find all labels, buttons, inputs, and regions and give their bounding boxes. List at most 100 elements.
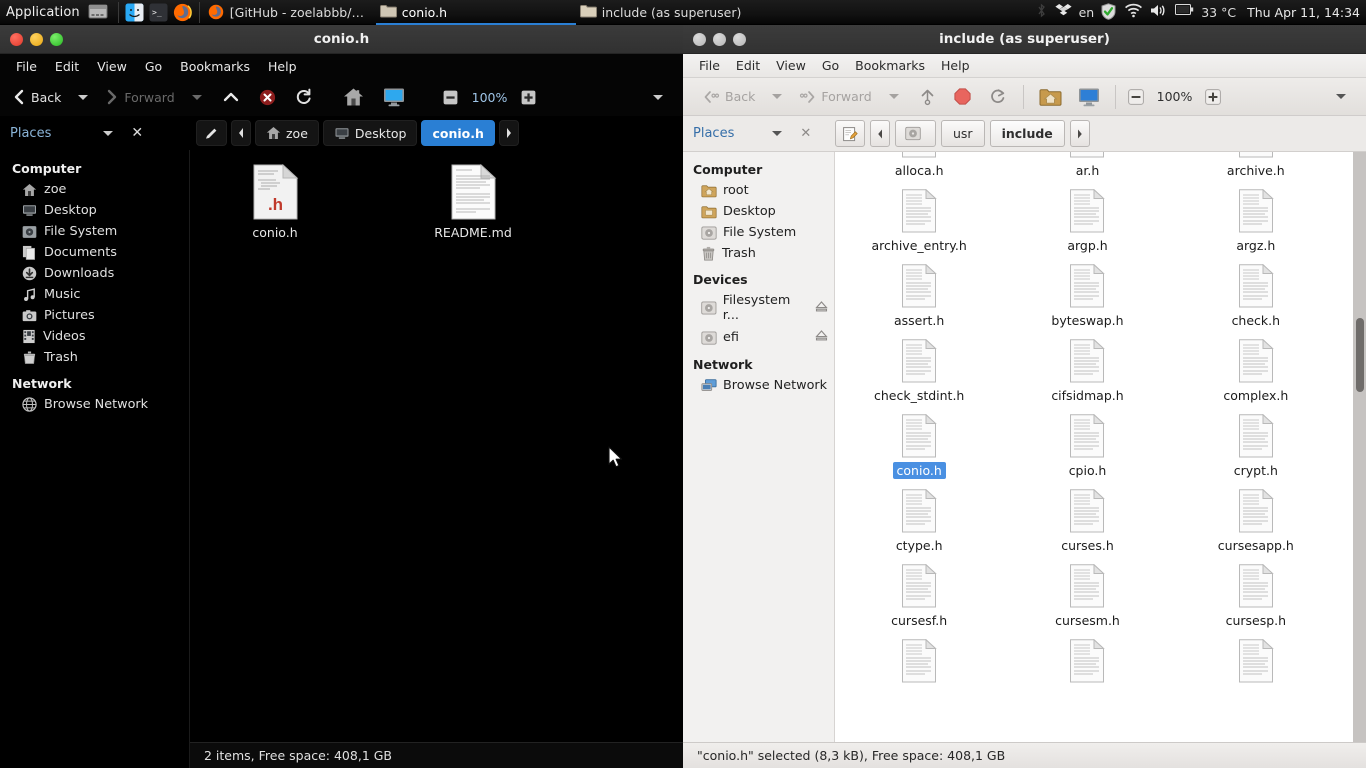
menu-edit[interactable]: Edit	[728, 56, 768, 75]
forward-history-caret-icon[interactable]	[191, 94, 202, 100]
file-item[interactable]: cifsidmap.h	[1003, 339, 1171, 404]
eject-icon[interactable]	[815, 300, 828, 317]
taskbar-window-include[interactable]: include (as superuser)	[576, 0, 776, 25]
file-item[interactable]: cursesp.h	[1172, 564, 1340, 629]
shield-icon[interactable]	[1101, 2, 1117, 22]
sidebar-item-browse-network[interactable]: Browse Network	[0, 394, 189, 415]
file-item[interactable]: check.h	[1172, 264, 1340, 329]
sidebar-item-music[interactable]: Music	[0, 284, 189, 305]
sidebar-item-desktop[interactable]: Desktop	[683, 201, 834, 222]
sidebar-item-documents[interactable]: Documents	[0, 242, 189, 263]
file-item[interactable]: archive.h	[1172, 152, 1340, 179]
file-item[interactable]: cursesm.h	[1003, 564, 1171, 629]
stop-button[interactable]	[945, 85, 980, 108]
file-item[interactable]: argz.h	[1172, 189, 1340, 254]
zoom-out-button[interactable]	[1123, 86, 1149, 108]
scrollbar-thumb[interactable]	[1355, 318, 1364, 393]
path-next-button[interactable]	[1069, 120, 1090, 147]
menu-help[interactable]: Help	[260, 57, 305, 76]
forward-history-caret-icon[interactable]	[888, 94, 899, 99]
menu-go[interactable]: Go	[137, 57, 170, 76]
file-item[interactable]: crypt.h	[1172, 414, 1340, 479]
back-button[interactable]: Back	[697, 86, 761, 107]
menu-go[interactable]: Go	[814, 56, 847, 75]
reload-button[interactable]	[980, 85, 1016, 109]
menu-help[interactable]: Help	[933, 56, 978, 75]
minimize-button[interactable]	[30, 32, 43, 46]
sidebar-item-trash[interactable]: Trash	[683, 243, 834, 264]
path-prev-button[interactable]	[870, 120, 890, 147]
sidebar-item-filesystem-root[interactable]: Filesystem r...	[683, 290, 834, 326]
crumb-filesystem[interactable]	[895, 120, 936, 147]
back-history-caret-icon[interactable]	[78, 94, 89, 100]
path-prev-button[interactable]	[231, 120, 251, 146]
zoom-out-button[interactable]	[438, 87, 463, 108]
firefox-icon[interactable]	[172, 2, 195, 22]
file-item[interactable]: README.md	[424, 164, 522, 240]
file-item[interactable]	[1003, 639, 1171, 689]
sidebar-item-downloads[interactable]: Downloads	[0, 263, 189, 284]
maximize-button[interactable]	[50, 32, 63, 46]
dropbox-icon[interactable]	[1054, 3, 1072, 22]
file-item[interactable]: curses.h	[1003, 489, 1171, 554]
keyboard-layout-indicator[interactable]: en	[1079, 5, 1095, 20]
file-item[interactable]: cursesf.h	[835, 564, 1003, 629]
file-item[interactable]	[835, 639, 1003, 689]
eject-icon[interactable]	[815, 329, 828, 346]
sidebar-item-root[interactable]: root	[683, 180, 834, 201]
file-item[interactable]: complex.h	[1172, 339, 1340, 404]
file-item[interactable]: ar.h	[1003, 152, 1171, 179]
forward-button[interactable]: Forward	[793, 86, 877, 107]
taskbar-window-firefox[interactable]: [GitHub - zoelabbb/coni...	[204, 0, 376, 25]
stop-button[interactable]	[250, 86, 285, 109]
battery-icon[interactable]	[1175, 3, 1194, 22]
up-button[interactable]	[213, 86, 249, 108]
places-chevron-down-icon[interactable]	[772, 131, 783, 136]
file-item[interactable]: cursesapp.h	[1172, 489, 1340, 554]
path-next-button[interactable]	[498, 120, 519, 146]
right-file-area[interactable]: alloca.h ar.h archive.h archive_entry.h argp…	[835, 152, 1366, 768]
back-history-caret-icon[interactable]	[772, 94, 783, 99]
crumb-zoe[interactable]: zoe	[255, 120, 319, 146]
file-item[interactable]: .h conio.h	[226, 164, 324, 240]
file-item[interactable]: argp.h	[1003, 189, 1171, 254]
left-titlebar[interactable]: conio.h	[0, 25, 683, 54]
vertical-scrollbar[interactable]	[1353, 152, 1366, 768]
computer-button[interactable]	[375, 84, 413, 110]
crumb-conio[interactable]: conio.h	[421, 120, 495, 146]
crumb-include[interactable]: include	[989, 120, 1065, 147]
crumb-desktop[interactable]: Desktop	[322, 120, 418, 146]
sidebar-item-browse-network[interactable]: Browse Network	[683, 375, 834, 396]
menu-view[interactable]: View	[768, 56, 814, 75]
places-chevron-down-icon[interactable]	[103, 130, 114, 136]
computer-button[interactable]	[1070, 84, 1108, 110]
sidebar-item-desktop[interactable]: Desktop	[0, 200, 189, 221]
file-item[interactable]: archive_entry.h	[835, 189, 1003, 254]
zoom-in-button[interactable]	[516, 87, 541, 108]
menu-edit[interactable]: Edit	[47, 57, 87, 76]
menu-file[interactable]: File	[8, 57, 45, 76]
crumb-usr[interactable]: usr	[941, 120, 985, 147]
left-file-area[interactable]: .h conio.h README.md	[190, 150, 683, 768]
menu-view[interactable]: View	[89, 57, 135, 76]
home-button[interactable]	[1031, 84, 1070, 110]
sidebar-item-zoe[interactable]: zoe	[0, 179, 189, 200]
file-item[interactable]: cpio.h	[1003, 414, 1171, 479]
sidebar-item-videos[interactable]: Videos	[0, 326, 189, 347]
up-button[interactable]	[910, 85, 945, 109]
clock[interactable]: Thu Apr 11, 14:34	[1243, 5, 1360, 20]
file-item[interactable]: conio.h	[835, 414, 1003, 479]
volume-icon[interactable]	[1150, 3, 1168, 22]
sidebar-item-trash[interactable]: Trash	[0, 347, 189, 368]
menu-file[interactable]: File	[691, 56, 728, 75]
back-button[interactable]: Back	[6, 86, 67, 108]
sidebar-item-pictures[interactable]: Pictures	[0, 305, 189, 326]
bluetooth-icon[interactable]	[1036, 3, 1048, 22]
places-close-icon[interactable]: ✕	[131, 125, 143, 141]
path-edit-button[interactable]	[196, 120, 227, 146]
places-close-icon[interactable]: ✕	[800, 126, 811, 141]
reload-button[interactable]	[286, 85, 322, 109]
sidebar-item-file-system[interactable]: File System	[683, 222, 834, 243]
temperature-indicator[interactable]: 33 °C	[1201, 5, 1236, 20]
finder-icon[interactable]	[125, 3, 147, 22]
